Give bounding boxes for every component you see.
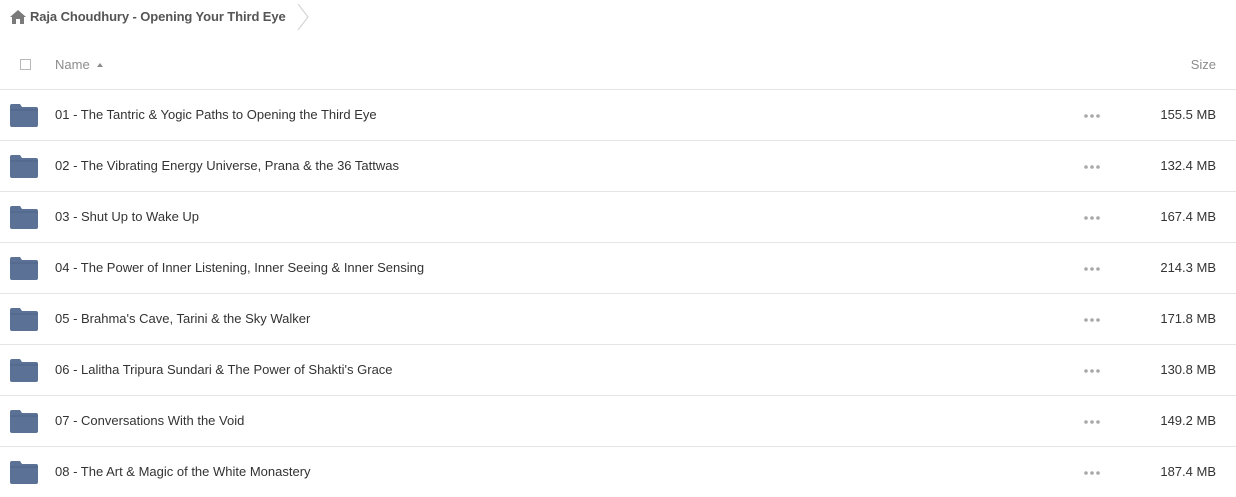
folder-icon [10,155,38,178]
folder-name[interactable]: 07 - Conversations With the Void [55,413,244,428]
folder-size: 155.5 MB [1160,107,1216,122]
more-options-icon[interactable] [1084,420,1100,424]
folder-row[interactable]: 01 - The Tantric & Yogic Paths to Openin… [0,90,1236,141]
more-options-icon[interactable] [1084,471,1100,475]
folder-size: 171.8 MB [1160,311,1216,326]
size-column-header[interactable]: Size [1191,57,1216,72]
folder-size: 187.4 MB [1160,464,1216,479]
folder-name[interactable]: 08 - The Art & Magic of the White Monast… [55,464,311,479]
breadcrumb-current-folder[interactable]: Raja Choudhury - Opening Your Third Eye [30,9,286,24]
folder-name[interactable]: 04 - The Power of Inner Listening, Inner… [55,260,424,275]
folder-icon [10,461,38,484]
more-options-icon[interactable] [1084,165,1100,169]
folder-name[interactable]: 01 - The Tantric & Yogic Paths to Openin… [55,107,377,122]
more-options-icon[interactable] [1084,216,1100,220]
folder-icon [10,104,38,127]
folder-name[interactable]: 06 - Lalitha Tripura Sundari & The Power… [55,362,393,377]
name-column-header[interactable]: Name [55,57,103,72]
chevron-right-icon [297,3,309,31]
select-all-checkbox[interactable] [20,59,31,70]
folder-name[interactable]: 05 - Brahma's Cave, Tarini & the Sky Wal… [55,311,310,326]
more-options-icon[interactable] [1084,369,1100,373]
sort-ascending-icon [96,63,103,67]
more-options-icon[interactable] [1084,114,1100,118]
folder-row[interactable]: 06 - Lalitha Tripura Sundari & The Power… [0,345,1236,396]
home-icon[interactable] [10,10,26,24]
folder-size: 214.3 MB [1160,260,1216,275]
folder-size: 132.4 MB [1160,158,1216,173]
more-options-icon[interactable] [1084,267,1100,271]
name-column-label: Name [55,57,90,72]
folder-row[interactable]: 05 - Brahma's Cave, Tarini & the Sky Wal… [0,294,1236,345]
folder-icon [10,410,38,433]
folder-size: 167.4 MB [1160,209,1216,224]
folder-size: 130.8 MB [1160,362,1216,377]
folder-row[interactable]: 07 - Conversations With the Void 149.2 MB [0,396,1236,447]
folder-icon [10,206,38,229]
list-header: Name Size [0,40,1236,90]
folder-row[interactable]: 02 - The Vibrating Energy Universe, Pran… [0,141,1236,192]
folder-name[interactable]: 03 - Shut Up to Wake Up [55,209,199,224]
file-list: 01 - The Tantric & Yogic Paths to Openin… [0,90,1236,497]
breadcrumb: Raja Choudhury - Opening Your Third Eye [0,0,1236,34]
more-options-icon[interactable] [1084,318,1100,322]
folder-row[interactable]: 08 - The Art & Magic of the White Monast… [0,447,1236,497]
folder-icon [10,359,38,382]
folder-icon [10,257,38,280]
folder-name[interactable]: 02 - The Vibrating Energy Universe, Pran… [55,158,399,173]
folder-icon [10,308,38,331]
folder-size: 149.2 MB [1160,413,1216,428]
folder-row[interactable]: 04 - The Power of Inner Listening, Inner… [0,243,1236,294]
folder-row[interactable]: 03 - Shut Up to Wake Up 167.4 MB [0,192,1236,243]
